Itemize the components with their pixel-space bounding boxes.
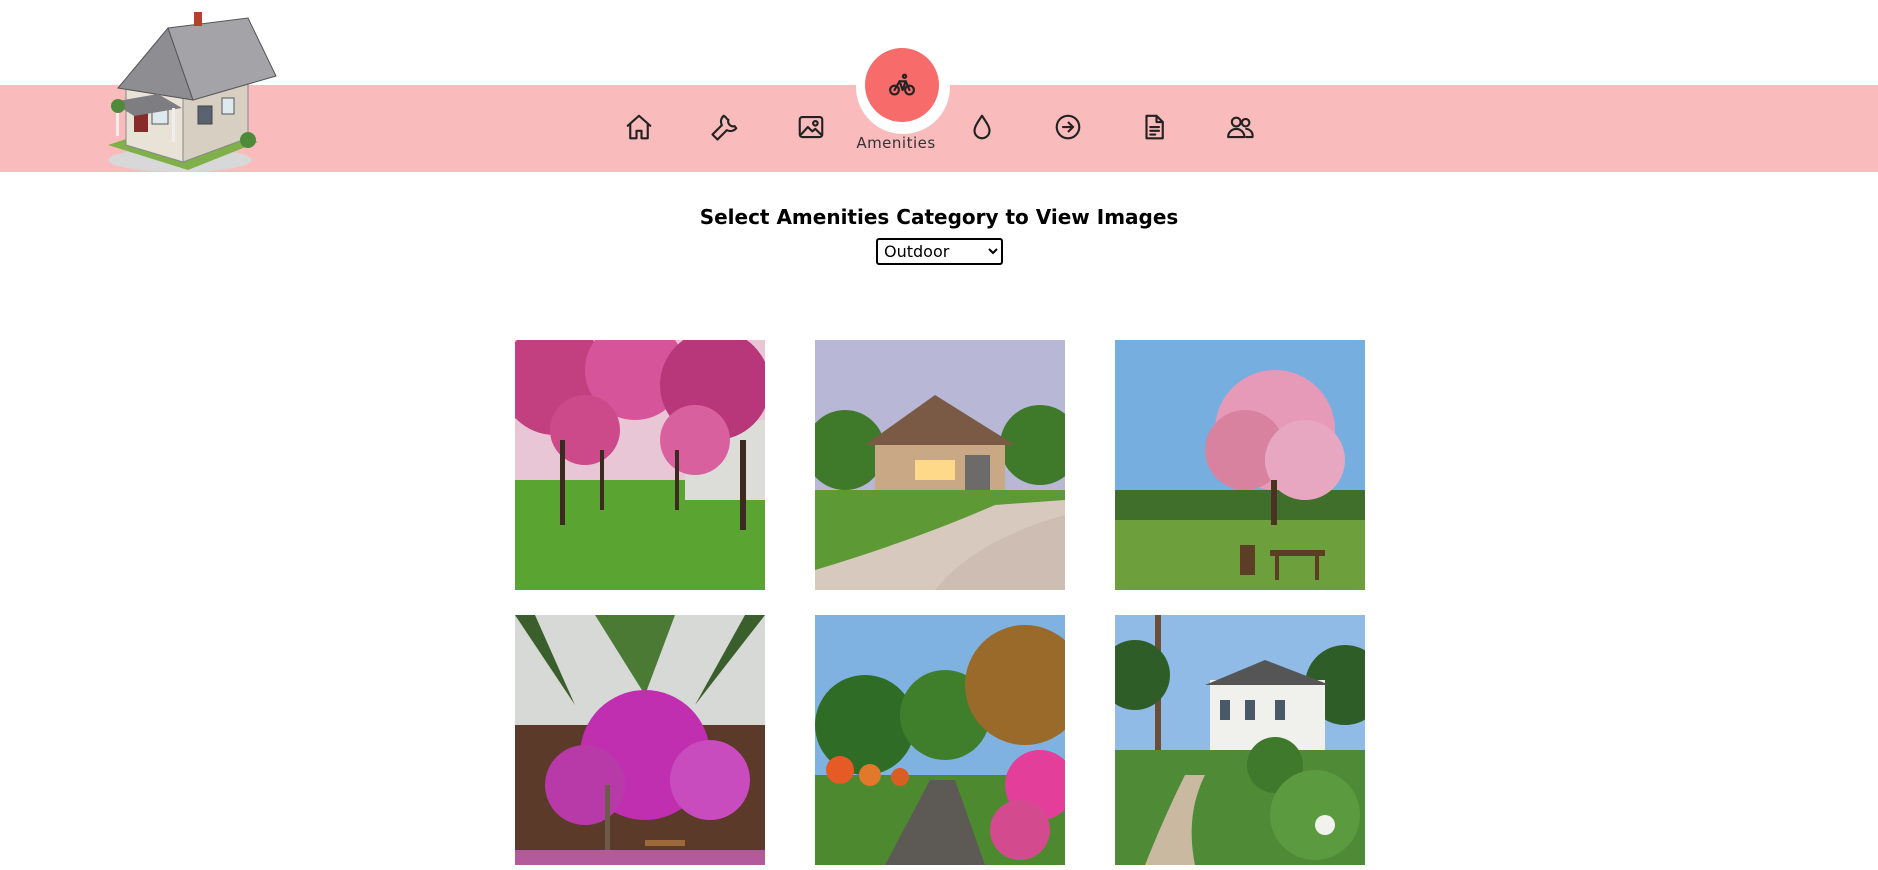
nav-utilities[interactable] <box>962 107 1002 147</box>
water-drop-icon <box>973 114 991 140</box>
gallery-image-2[interactable] <box>815 340 1065 590</box>
category-select-wrapper: Outdoor <box>876 238 1003 265</box>
nav-documents[interactable] <box>1134 107 1174 147</box>
gallery-image-6[interactable] <box>1115 615 1365 865</box>
users-icon <box>1227 116 1254 139</box>
gallery-image-1[interactable] <box>515 340 765 590</box>
nav-services[interactable] <box>705 107 745 147</box>
nav-next[interactable] <box>1048 107 1088 147</box>
arrow-right-circle-icon <box>1055 114 1081 140</box>
page-title: Select Amenities Category to View Images <box>699 205 1179 229</box>
nav-home[interactable] <box>619 107 659 147</box>
wrench-icon <box>711 114 738 141</box>
header: Amenities <box>0 0 1878 175</box>
bicycle-icon <box>889 73 915 96</box>
home-icon <box>626 114 652 140</box>
house-logo[interactable] <box>98 10 278 178</box>
nav-gallery[interactable] <box>791 107 831 147</box>
gallery-image-4[interactable] <box>515 615 765 865</box>
document-icon <box>1145 114 1164 140</box>
image-icon <box>798 115 824 139</box>
nav-amenities[interactable] <box>865 48 939 122</box>
nav-contact[interactable] <box>1220 107 1260 147</box>
category-select[interactable]: Outdoor <box>876 238 1003 265</box>
gallery-image-5[interactable] <box>815 615 1065 865</box>
gallery-image-3[interactable] <box>1115 340 1365 590</box>
nav-amenities-label: Amenities <box>856 134 936 152</box>
